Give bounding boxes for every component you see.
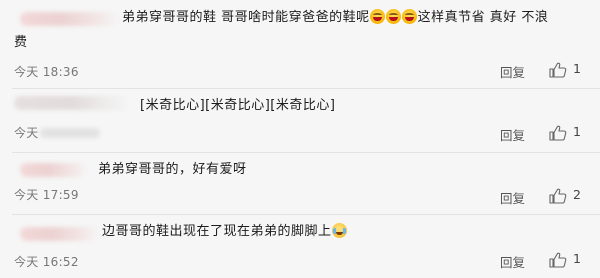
laugh-emoji: [370, 9, 386, 24]
comment-text: [米奇比心][米奇比心][米奇比心]: [140, 98, 336, 113]
comment-text-line1: 弟弟穿哥哥的鞋 哥哥啥时能穿爸爸的鞋呢: [122, 10, 370, 25]
comment-item: 弟弟穿哥哥的，好有爱呀 今天 17:59 回复 2: [0, 153, 600, 213]
like-count: 1: [573, 251, 581, 266]
comment-time: 今天: [14, 126, 39, 140]
comment-list: 弟弟穿哥哥的鞋 哥哥啥时能穿爸爸的鞋呢 这样真节省 真好 不浪 费 今天 18:3…: [0, 0, 600, 278]
laugh-emoji: [402, 9, 418, 24]
laugh-emoji: [386, 9, 402, 24]
comment-text: 弟弟穿哥哥的鞋 哥哥啥时能穿爸爸的鞋呢 这样真节省 真好 不浪: [122, 8, 548, 27]
like-count: 2: [573, 187, 581, 202]
comment-text-body: 边哥哥的鞋出现在了现在弟弟的脚脚上: [102, 224, 332, 239]
comment-time: 今天 16:52: [14, 255, 79, 269]
comment-text-line2: 费: [14, 35, 28, 50]
like-button[interactable]: 1: [549, 61, 589, 78]
comment-time: 今天 17:59: [14, 188, 79, 202]
comment-item: [米奇比心][米奇比心][米奇比心] 今天 回复 1: [0, 89, 600, 151]
reply-button[interactable]: 回复: [500, 125, 525, 144]
thumbs-up-icon: [549, 188, 567, 204]
comment-time: 今天 18:36: [14, 65, 79, 79]
comment-item: 弟弟穿哥哥的鞋 哥哥啥时能穿爸爸的鞋呢 这样真节省 真好 不浪 费 今天 18:3…: [0, 0, 600, 87]
thumbs-up-icon: [549, 252, 567, 268]
reply-button[interactable]: 回复: [500, 62, 525, 81]
username-blurred: [20, 227, 100, 241]
reply-button[interactable]: 回复: [500, 252, 525, 271]
comment-text: 弟弟穿哥哥的，好有爱呀: [98, 162, 247, 177]
comment-text: 边哥哥的鞋出现在了现在弟弟的脚脚上: [102, 222, 348, 241]
thumbs-up-icon: [549, 62, 567, 78]
like-button[interactable]: 1: [549, 251, 589, 268]
like-count: 1: [573, 61, 581, 76]
like-button[interactable]: 2: [549, 187, 589, 204]
username-blurred: [14, 96, 130, 110]
comment-item: 边哥哥的鞋出现在了现在弟弟的脚脚上 今天 16:52 回复 1: [0, 215, 600, 278]
cry-laugh-emoji: [332, 223, 348, 238]
comment-text-line1-tail: 这样真节省 真好 不浪: [417, 10, 549, 25]
username-blurred: [20, 12, 120, 26]
reply-button[interactable]: 回复: [500, 188, 525, 207]
username-blurred: [20, 163, 88, 177]
like-button[interactable]: 1: [549, 124, 589, 141]
thumbs-up-icon: [549, 125, 567, 141]
time-blurred: [40, 128, 100, 138]
like-count: 1: [573, 124, 581, 139]
